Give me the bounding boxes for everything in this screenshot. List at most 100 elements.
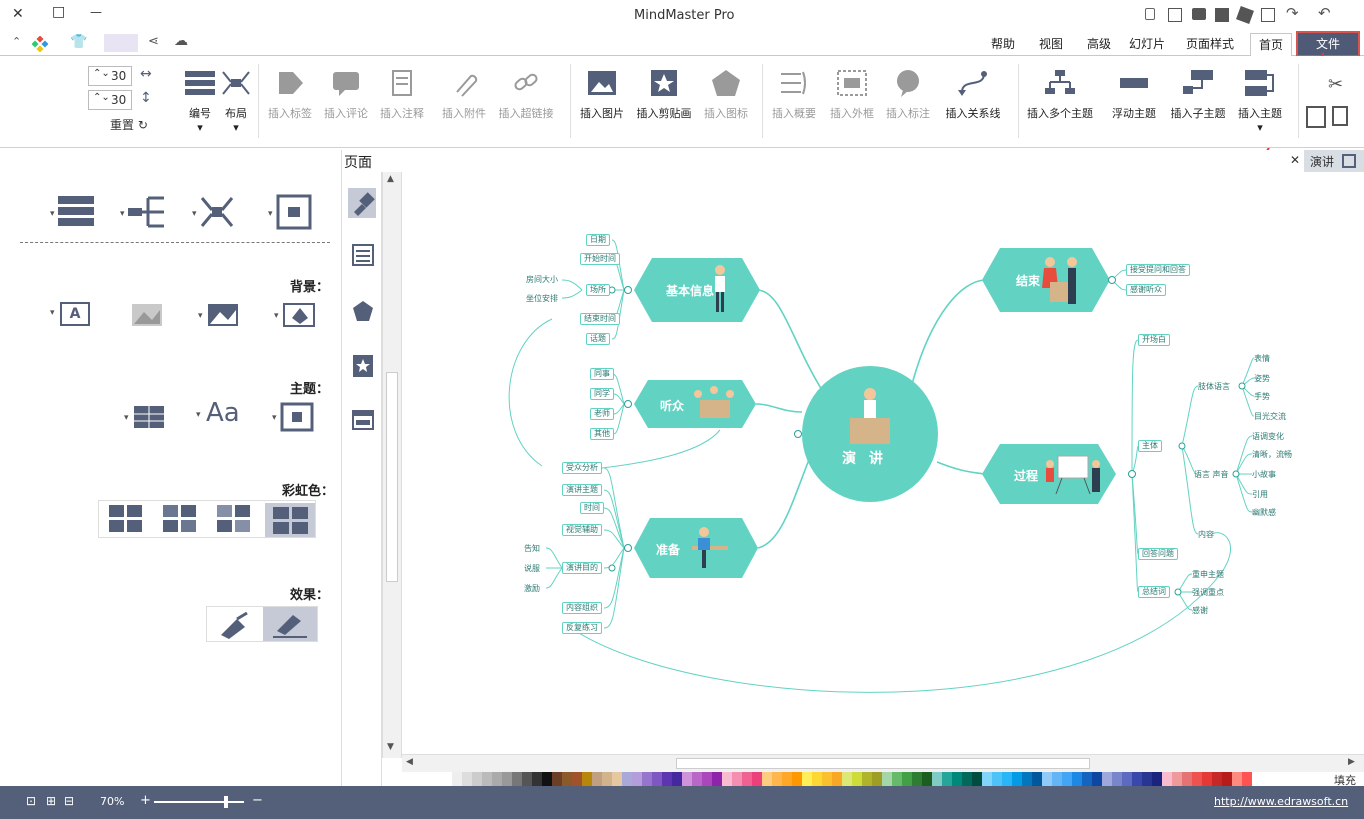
color-swatch[interactable]: [1072, 772, 1082, 786]
topic-node[interactable]: 告知: [524, 543, 540, 554]
color-swatch[interactable]: [1222, 772, 1232, 786]
color-swatch[interactable]: [972, 772, 982, 786]
color-swatch[interactable]: [452, 772, 462, 786]
color-swatch[interactable]: [1142, 772, 1152, 786]
color-swatch[interactable]: [802, 772, 812, 786]
color-swatch[interactable]: [1062, 772, 1072, 786]
topic-node[interactable]: 回答问题: [1138, 548, 1178, 560]
fit-page-icon[interactable]: ⊞: [46, 794, 56, 808]
insert-picture-button[interactable]: 插入图片: [572, 62, 632, 128]
color-swatch[interactable]: [772, 772, 782, 786]
color-swatch[interactable]: [1192, 772, 1202, 786]
topic-node[interactable]: 语调变化: [1252, 431, 1284, 442]
topic-node[interactable]: 内容: [1198, 529, 1214, 540]
topic-node[interactable]: 开始时间: [580, 253, 620, 265]
color-swatch[interactable]: [572, 772, 582, 786]
color-swatch[interactable]: [982, 772, 992, 786]
color-swatch[interactable]: [592, 772, 602, 786]
color-swatch[interactable]: [1212, 772, 1222, 786]
topic-node[interactable]: 日期: [586, 234, 610, 246]
insert-attachment-button[interactable]: 插入附件: [434, 62, 494, 128]
zoom-in-button[interactable]: +: [140, 793, 151, 808]
insert-topic-button[interactable]: 插入主题 ▾: [1230, 62, 1290, 134]
insert-hyperlink-button[interactable]: 插入超链接: [496, 62, 556, 128]
layout-button[interactable]: 布局 ▾: [206, 62, 266, 134]
tab-help[interactable]: 帮助: [986, 33, 1020, 55]
insert-summary-button[interactable]: 插入概要: [764, 62, 824, 128]
color-swatch[interactable]: [1152, 772, 1162, 786]
central-topic[interactable]: 演 讲: [842, 448, 887, 468]
color-swatch[interactable]: [1102, 772, 1112, 786]
rainbow-option-1[interactable]: [109, 505, 143, 533]
share-icon[interactable]: ⋖: [148, 34, 159, 49]
background-image-option[interactable]: [128, 300, 168, 330]
insert-clipart-button[interactable]: 插入剪贴画: [634, 62, 694, 128]
page-icon[interactable]: ⊡: [26, 794, 36, 808]
tshirt-icon[interactable]: 👕: [70, 34, 87, 50]
color-swatch[interactable]: [522, 772, 532, 786]
layout-map-option[interactable]: ▾: [192, 194, 238, 230]
topic-node[interactable]: 语言 声音: [1194, 469, 1229, 480]
color-swatch[interactable]: [702, 772, 712, 786]
topic-node[interactable]: 开场白: [1138, 334, 1170, 346]
topic-node[interactable]: 感谢: [1192, 605, 1208, 616]
layout-tree-option[interactable]: ▾: [120, 194, 166, 230]
undo-icon[interactable]: ↶: [1318, 4, 1331, 22]
tab-view[interactable]: 视图: [1034, 33, 1068, 55]
color-swatch[interactable]: [842, 772, 852, 786]
color-swatch[interactable]: [602, 772, 612, 786]
topic-node[interactable]: 其他: [590, 428, 614, 440]
dropdown-icon[interactable]: [1145, 8, 1155, 20]
color-swatch[interactable]: [862, 772, 872, 786]
close-presentation-icon[interactable]: ✕: [1290, 153, 1300, 167]
rainbow-option-2[interactable]: [163, 505, 197, 533]
floating-topic-button[interactable]: 浮动主题: [1104, 62, 1164, 128]
color-swatch[interactable]: [932, 772, 942, 786]
insert-icon-button[interactable]: 插入图标: [696, 62, 756, 128]
color-swatch[interactable]: [952, 772, 962, 786]
color-swatch[interactable]: [1092, 772, 1102, 786]
color-swatch[interactable]: [672, 772, 682, 786]
topic-node[interactable]: 总结词: [1138, 586, 1170, 598]
tab-advanced[interactable]: 高级: [1082, 33, 1116, 55]
color-swatch[interactable]: [1162, 772, 1172, 786]
redo-icon[interactable]: ↷: [1286, 4, 1299, 22]
color-swatch[interactable]: [762, 772, 772, 786]
fit-width-icon[interactable]: ⊟: [64, 794, 74, 808]
color-swatch[interactable]: [782, 772, 792, 786]
color-swatch[interactable]: [1202, 772, 1212, 786]
insert-boundary-button[interactable]: 插入外框: [822, 62, 882, 128]
insert-callout-button[interactable]: 插入标注: [878, 62, 938, 128]
collapse-ribbon-icon[interactable]: ⌃: [12, 35, 21, 48]
branch-end[interactable]: 结束: [1016, 272, 1040, 289]
spin-height[interactable]: ⌃⌄ 30: [88, 90, 132, 110]
branch-audience[interactable]: 听众: [660, 397, 684, 414]
topic-node[interactable]: 重申主题: [1192, 569, 1224, 580]
topic-node[interactable]: 说服: [524, 563, 540, 574]
branch-preparation[interactable]: 准备: [656, 541, 680, 558]
zoom-slider-handle[interactable]: [224, 796, 228, 808]
color-swatch[interactable]: [832, 772, 842, 786]
outline-tool[interactable]: [352, 244, 374, 266]
topic-node[interactable]: 手势: [1254, 391, 1270, 402]
save-icon[interactable]: [1215, 8, 1229, 22]
mindmap-canvas[interactable]: 演 讲 基本信息 听众 准备 结束 过程 日期 开始时间 场所 结束时间 话题 …: [402, 172, 1364, 758]
branch-basic-info[interactable]: 基本信息: [666, 282, 714, 299]
topic-node[interactable]: 老师: [590, 408, 614, 420]
vertical-scrollbar[interactable]: ▲ ▼: [382, 172, 402, 758]
topic-node[interactable]: 内容组织: [562, 602, 602, 614]
theme-color-icon[interactable]: [31, 35, 49, 53]
color-swatch[interactable]: [902, 772, 912, 786]
background-picture-option[interactable]: ▾: [198, 300, 242, 330]
color-swatch[interactable]: [712, 772, 722, 786]
color-swatch[interactable]: [722, 772, 732, 786]
color-swatch[interactable]: [1032, 772, 1042, 786]
topic-node[interactable]: 受众分析: [562, 462, 602, 474]
color-swatch[interactable]: [1232, 772, 1242, 786]
topic-node[interactable]: 主体: [1138, 440, 1162, 452]
color-swatch[interactable]: [852, 772, 862, 786]
color-swatch[interactable]: [552, 772, 562, 786]
new-icon[interactable]: [1261, 8, 1275, 22]
layout-org-option[interactable]: ▾: [268, 194, 314, 230]
topic-node[interactable]: 肢体语言: [1198, 381, 1230, 392]
